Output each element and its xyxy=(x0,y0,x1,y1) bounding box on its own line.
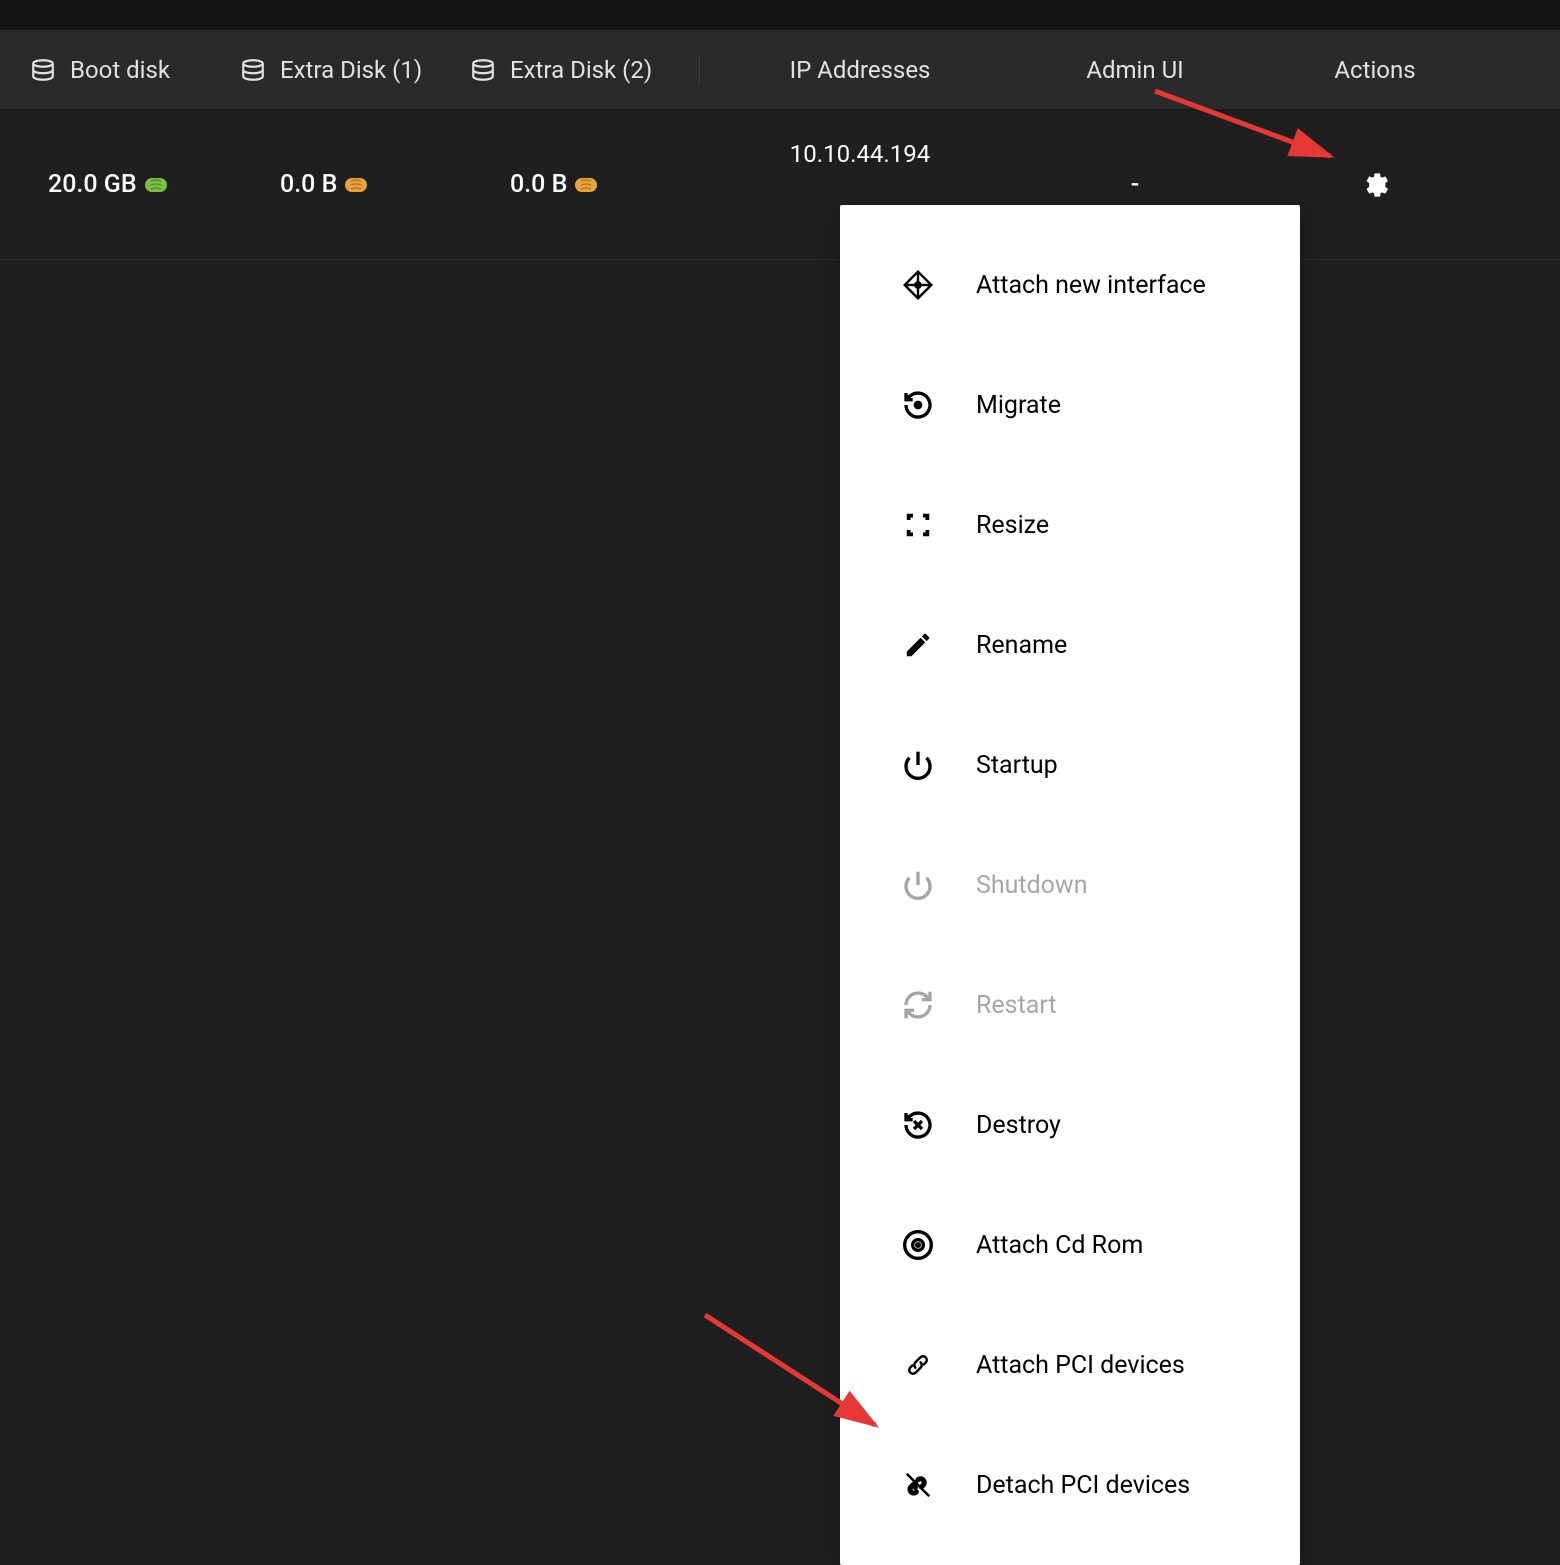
menu-label: Attach PCI devices xyxy=(976,1351,1185,1380)
menu-item-attach-pci[interactable]: Attach PCI devices xyxy=(840,1305,1300,1425)
menu-label: Shutdown xyxy=(976,871,1088,900)
admin-ui-value: - xyxy=(1131,170,1140,199)
cell-ip-address: 10.10.44.194 xyxy=(700,140,1020,168)
menu-label: Restart xyxy=(976,991,1057,1020)
menu-item-resize[interactable]: Resize xyxy=(840,465,1300,585)
header-label: Boot disk xyxy=(70,56,170,84)
header-admin-ui[interactable]: Admin UI xyxy=(1020,56,1250,84)
header-extra-disk-2[interactable]: Extra Disk (2) xyxy=(450,56,700,84)
menu-item-restart: Restart xyxy=(840,945,1300,1065)
menu-label: Resize xyxy=(976,511,1049,540)
resize-icon xyxy=(900,507,936,543)
unlink-icon xyxy=(900,1467,936,1503)
menu-item-startup[interactable]: Startup xyxy=(840,705,1300,825)
header-label: Extra Disk (2) xyxy=(510,56,652,84)
disc-icon xyxy=(900,1227,936,1263)
header-label: IP Addresses xyxy=(790,56,931,84)
ip-value: 10.10.44.194 xyxy=(790,140,930,168)
status-badge-orange-icon xyxy=(575,176,597,194)
menu-label: Startup xyxy=(976,751,1058,780)
power-icon xyxy=(900,867,936,903)
cell-extra-disk-2: 0.0 B xyxy=(450,170,700,199)
header-label: Actions xyxy=(1334,56,1415,84)
menu-label: Attach Cd Rom xyxy=(976,1231,1143,1260)
cell-actions xyxy=(1250,167,1500,203)
migrate-icon xyxy=(900,387,936,423)
network-icon xyxy=(900,267,936,303)
table-row: 20.0 GB 0.0 B 0.0 B 10.10.44.194 - xyxy=(0,110,1560,260)
menu-label: Rename xyxy=(976,631,1067,660)
menu-item-attach-cdrom[interactable]: Attach Cd Rom xyxy=(840,1185,1300,1305)
header-extra-disk-1[interactable]: Extra Disk (1) xyxy=(220,56,450,84)
refresh-icon xyxy=(900,987,936,1023)
menu-label: Destroy xyxy=(976,1111,1061,1140)
menu-item-attach-interface[interactable]: Attach new interface xyxy=(840,225,1300,345)
header-label: Extra Disk (1) xyxy=(280,56,422,84)
header-boot-disk[interactable]: Boot disk xyxy=(0,56,220,84)
top-bar xyxy=(0,0,1560,30)
disk-size: 20.0 GB xyxy=(48,170,137,199)
status-badge-green-icon xyxy=(145,176,167,194)
table-header: Boot disk Extra Disk (1) Extra Disk (2) … xyxy=(0,30,1560,110)
gear-icon xyxy=(1361,171,1389,199)
destroy-icon xyxy=(900,1107,936,1143)
menu-item-detach-pci[interactable]: Detach PCI devices xyxy=(840,1425,1300,1545)
menu-item-destroy[interactable]: Destroy xyxy=(840,1065,1300,1185)
menu-item-rename[interactable]: Rename xyxy=(840,585,1300,705)
disk-size: 0.0 B xyxy=(510,170,567,199)
disk-icon xyxy=(240,57,266,83)
menu-label: Attach new interface xyxy=(976,271,1206,300)
disk-icon xyxy=(470,57,496,83)
menu-label: Migrate xyxy=(976,391,1061,420)
disk-icon xyxy=(30,57,56,83)
disk-size: 0.0 B xyxy=(280,170,337,199)
header-ip-addresses[interactable]: IP Addresses xyxy=(700,56,1020,84)
menu-item-shutdown: Shutdown xyxy=(840,825,1300,945)
cell-boot-disk: 20.0 GB xyxy=(0,170,220,199)
power-icon xyxy=(900,747,936,783)
actions-gear-button[interactable] xyxy=(1357,167,1393,203)
menu-item-migrate[interactable]: Migrate xyxy=(840,345,1300,465)
menu-label: Detach PCI devices xyxy=(976,1471,1190,1500)
header-label: Admin UI xyxy=(1086,56,1183,84)
status-badge-orange-icon xyxy=(345,176,367,194)
edit-icon xyxy=(900,627,936,663)
header-actions[interactable]: Actions xyxy=(1250,56,1500,84)
link-icon xyxy=(900,1347,936,1383)
cell-admin-ui: - xyxy=(1020,170,1250,199)
actions-dropdown-menu: Attach new interface Migrate Resize Rena… xyxy=(840,205,1300,1565)
cell-extra-disk-1: 0.0 B xyxy=(220,170,450,199)
